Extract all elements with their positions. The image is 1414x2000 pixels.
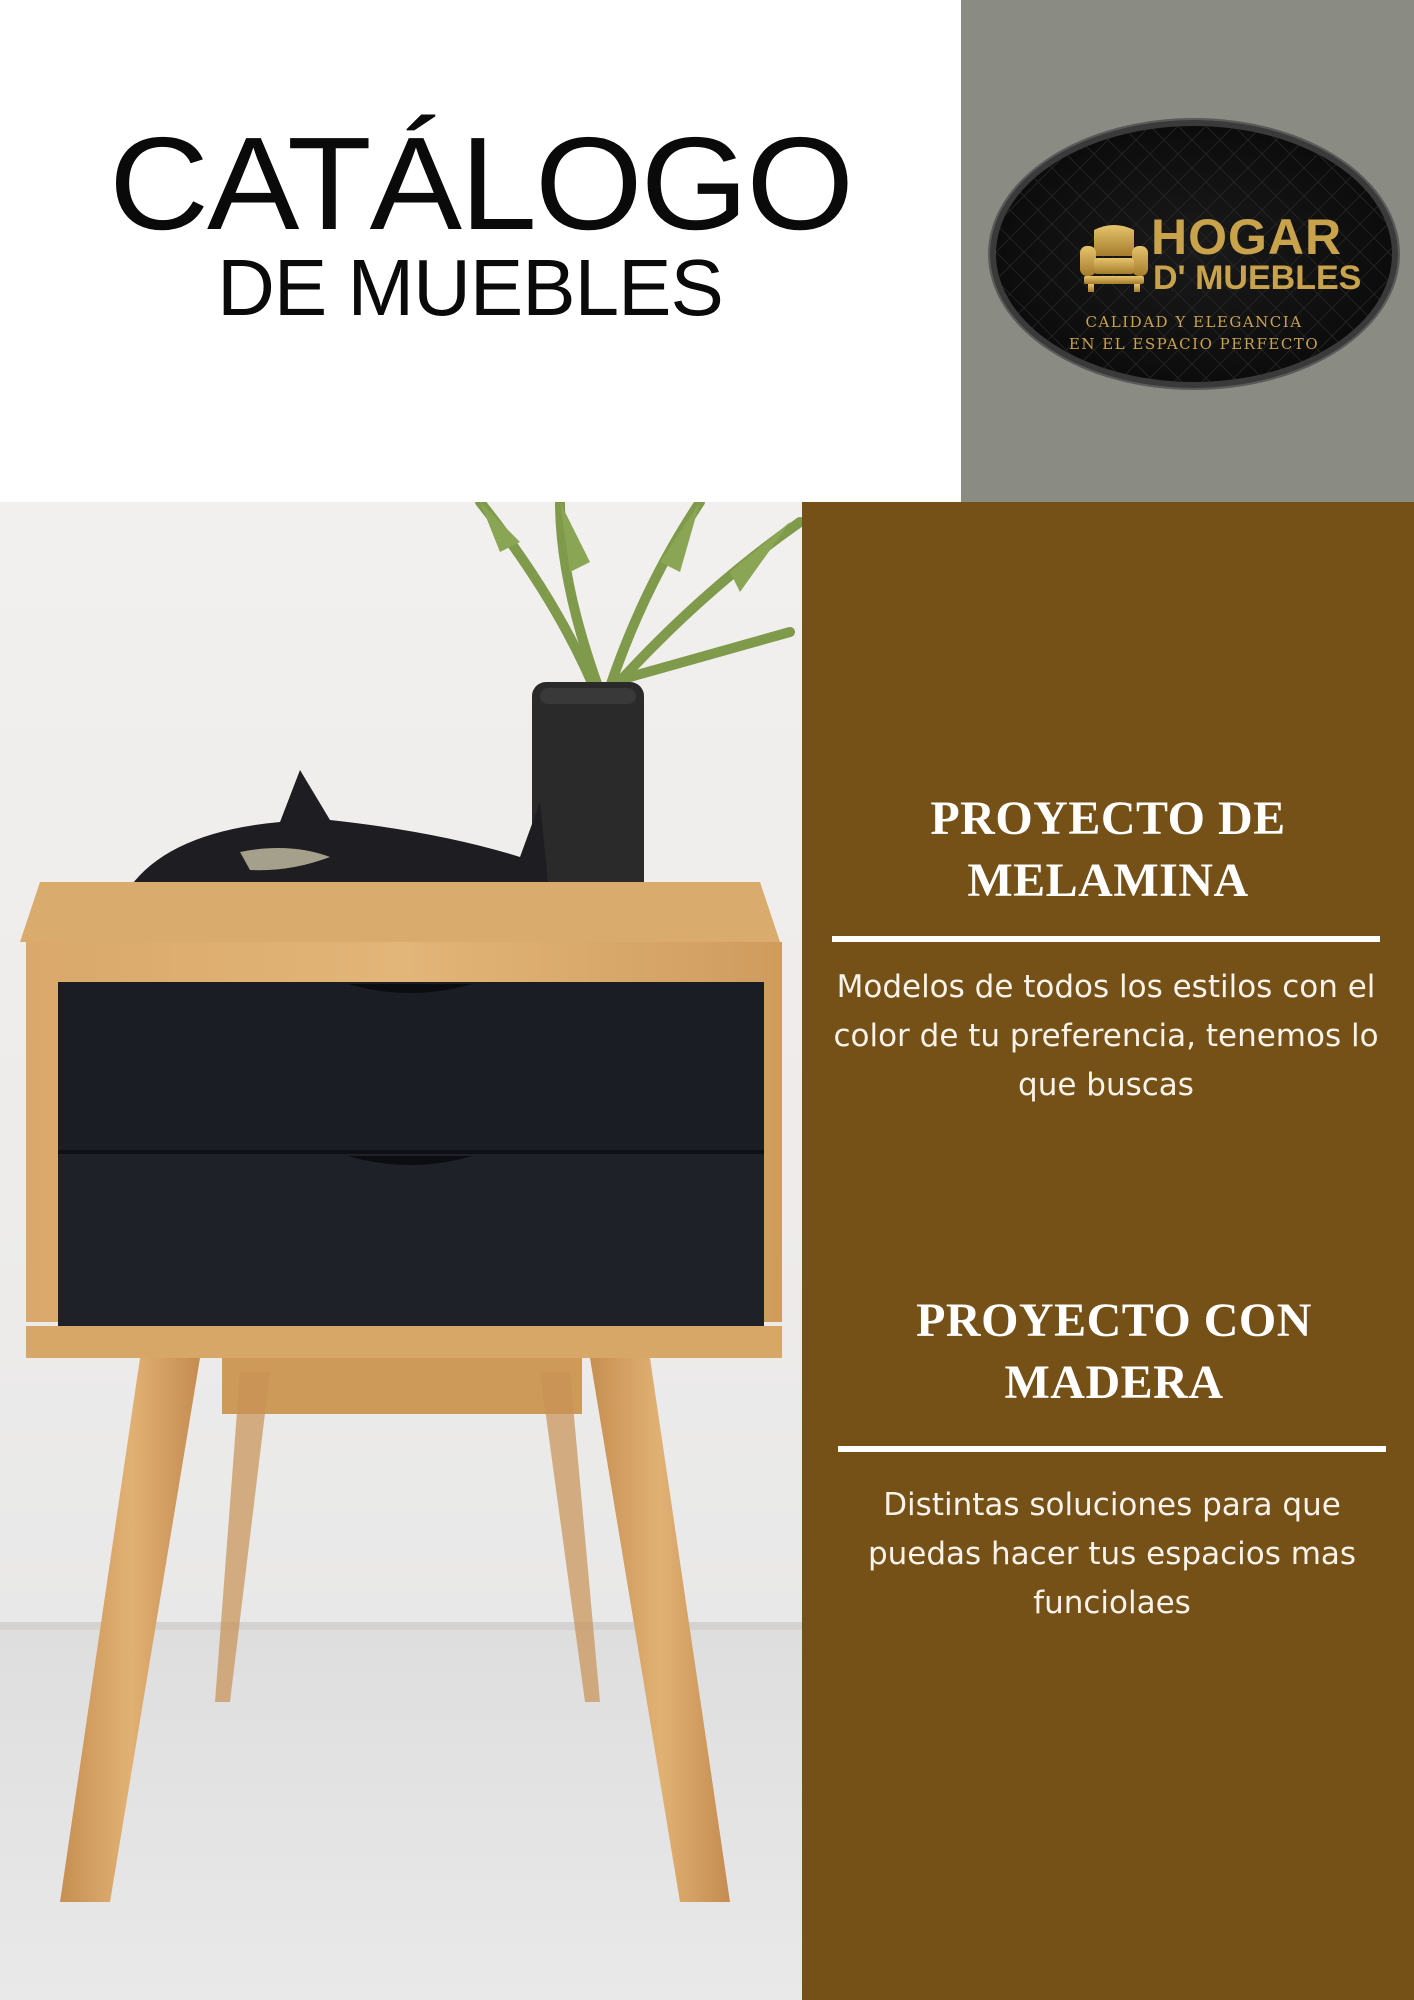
section-melamina-title: PROYECTO DE MELAMINA — [930, 792, 1286, 907]
brand-logo: HOGAR D' MUEBLES CALIDAD Y ELEGANCIA EN … — [990, 120, 1398, 388]
section-madera-divider — [838, 1446, 1386, 1452]
logo-tagline: CALIDAD Y ELEGANCIA EN EL ESPACIO PERFEC… — [996, 312, 1392, 356]
logo-brand-line2: D' MUEBLES — [1153, 258, 1362, 297]
logo-tagline-line2: EN EL ESPACIO PERFECTO — [1068, 334, 1320, 353]
section-melamina-body: Modelos de todos los estilos con el colo… — [833, 969, 1379, 1103]
catalog-subtitle: DE MUEBLES — [217, 243, 724, 332]
armchair-icon — [1080, 225, 1148, 292]
nightstand-illustration — [0, 502, 802, 2000]
section-madera-body: Distintas soluciones para que puedas hac… — [867, 1487, 1357, 1621]
catalog-title: CATÁLOGO — [108, 110, 854, 257]
logo-brand-name: HOGAR D' MUEBLES — [1151, 209, 1391, 297]
section-madera-title: PROYECTO CON MADERA — [916, 1294, 1312, 1409]
logo-brand-line1: HOGAR — [1151, 209, 1343, 265]
logo-tagline-line1: CALIDAD Y ELEGANCIA — [1085, 313, 1303, 331]
info-panel — [802, 502, 1414, 2000]
section-melamina-divider — [832, 936, 1380, 942]
product-photo — [0, 502, 802, 2000]
